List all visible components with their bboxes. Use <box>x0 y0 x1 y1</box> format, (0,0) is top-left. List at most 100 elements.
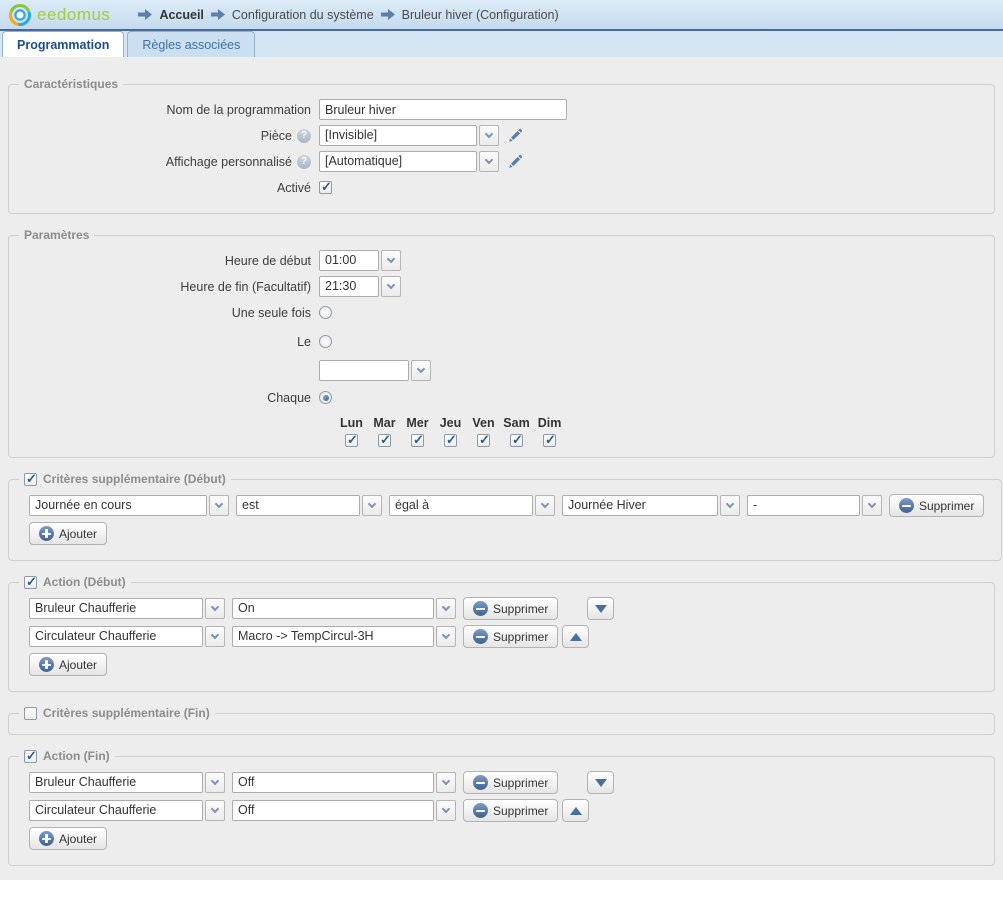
move-down-button[interactable] <box>587 597 614 620</box>
section-criteres-fin-legend: Critères supplémentaire (Fin) <box>19 706 215 720</box>
move-down-button[interactable] <box>587 771 614 794</box>
breadcrumb: Accueil Configuration du système Bruleur… <box>138 8 558 22</box>
delete-action-button[interactable]: Supprimer <box>463 625 558 648</box>
end-time-select[interactable]: 21:30 <box>319 276 401 297</box>
criteria-condition-select[interactable]: égal à <box>389 495 555 516</box>
program-name-input[interactable] <box>319 99 567 120</box>
help-icon[interactable] <box>297 129 311 143</box>
breadcrumb-item-current[interactable]: Bruleur hiver (Configuration) <box>402 8 559 22</box>
action-fin-checkbox[interactable] <box>24 750 37 763</box>
minus-circle-icon <box>899 498 914 513</box>
tab-programmation[interactable]: Programmation <box>2 31 124 57</box>
criteria-device-select[interactable]: Journée en cours <box>29 495 229 516</box>
criteria-extra-select[interactable]: - <box>747 495 882 516</box>
arrow-up-icon <box>570 633 582 641</box>
day-checkbox-mer[interactable] <box>411 434 424 447</box>
chevron-down-icon[interactable] <box>205 800 225 821</box>
minus-circle-icon <box>473 803 488 818</box>
chevron-down-icon[interactable] <box>205 598 225 619</box>
add-action-button[interactable]: Ajouter <box>29 827 107 850</box>
chevron-down-icon[interactable] <box>479 125 499 146</box>
chevron-down-icon[interactable] <box>479 151 499 172</box>
day-checkbox-lun[interactable] <box>345 434 358 447</box>
chevron-down-icon[interactable] <box>209 495 229 516</box>
section-criteres-debut-legend: Critères supplémentaire (Début) <box>19 472 231 486</box>
chevron-down-icon[interactable] <box>205 626 225 647</box>
chevron-down-icon[interactable] <box>381 250 401 271</box>
day-checkbox-jeu[interactable] <box>444 434 457 447</box>
chevron-down-icon[interactable] <box>205 772 225 793</box>
day-checkbox-ven[interactable] <box>477 434 490 447</box>
piece-select[interactable]: [Invisible] <box>319 125 499 146</box>
add-button-label: Ajouter <box>59 832 97 846</box>
day-checkbox-mar[interactable] <box>378 434 391 447</box>
eedomus-logo-icon <box>8 3 32 27</box>
action-device-select[interactable]: Circulateur Chaufferie <box>29 626 225 647</box>
delete-action-button[interactable]: Supprimer <box>463 771 558 794</box>
action-device-select[interactable]: Circulateur Chaufferie <box>29 800 225 821</box>
move-up-button[interactable] <box>562 625 589 648</box>
criteres-fin-checkbox[interactable] <box>24 707 37 720</box>
display-select-value: [Automatique] <box>319 151 477 172</box>
edit-display-button[interactable] <box>507 154 523 170</box>
chevron-down-icon[interactable] <box>862 495 882 516</box>
action-device-select[interactable]: Bruleur Chaufferie <box>29 772 225 793</box>
chevron-down-icon[interactable] <box>436 800 456 821</box>
chevron-down-icon[interactable] <box>436 598 456 619</box>
delete-button-label: Supprimer <box>493 776 548 790</box>
piece-label-wrap: Pièce <box>19 129 319 143</box>
action-value-select[interactable]: Macro -> TempCircul-3H <box>232 626 456 647</box>
le-radio[interactable] <box>319 335 332 348</box>
delete-criteria-button[interactable]: Supprimer <box>889 494 984 517</box>
day-label: Ven <box>472 416 494 430</box>
chevron-down-icon[interactable] <box>411 360 431 381</box>
criteria-value-select[interactable]: Journée Hiver <box>562 495 740 516</box>
minus-circle-icon <box>473 629 488 644</box>
day-checkbox-dim[interactable] <box>543 434 556 447</box>
chevron-down-icon[interactable] <box>436 772 456 793</box>
breadcrumb-item-configuration[interactable]: Configuration du système <box>232 8 374 22</box>
criteres-debut-checkbox[interactable] <box>24 473 37 486</box>
breadcrumb-arrow-icon <box>381 9 395 20</box>
day-column: Jeu <box>434 416 467 447</box>
chevron-down-icon[interactable] <box>535 495 555 516</box>
active-checkbox[interactable] <box>319 181 332 194</box>
breadcrumb-item-accueil[interactable]: Accueil <box>159 8 203 22</box>
action-device-select[interactable]: Bruleur Chaufferie <box>29 598 225 619</box>
section-action-fin: Action (Fin) Bruleur Chaufferie Off Supp… <box>8 749 995 866</box>
days-of-week: Lun Mar Mer Jeu Ven Sam <box>335 416 984 447</box>
add-criteria-button[interactable]: Ajouter <box>29 522 107 545</box>
section-parametres-legend: Paramètres <box>19 228 94 242</box>
date-select-value <box>319 360 409 381</box>
delete-action-button[interactable]: Supprimer <box>463 799 558 822</box>
eedomus-logo[interactable]: eedomus <box>8 3 110 27</box>
tab-regles-associees[interactable]: Règles associées <box>127 31 255 57</box>
day-label: Mer <box>406 416 428 430</box>
end-time-label: Heure de fin (Facultatif) <box>19 280 319 294</box>
help-icon[interactable] <box>297 155 311 169</box>
day-label: Sam <box>503 416 529 430</box>
move-up-button[interactable] <box>562 799 589 822</box>
every-radio[interactable] <box>319 391 332 404</box>
action-value-value: On <box>232 598 434 619</box>
chevron-down-icon[interactable] <box>436 626 456 647</box>
chevron-down-icon[interactable] <box>720 495 740 516</box>
edit-piece-button[interactable] <box>507 128 523 144</box>
action-value-select[interactable]: Off <box>232 800 456 821</box>
action-value-select[interactable]: On <box>232 598 456 619</box>
action-value-value: Macro -> TempCircul-3H <box>232 626 434 647</box>
once-radio[interactable] <box>319 306 332 319</box>
display-label-wrap: Affichage personnalisé <box>19 155 319 169</box>
chevron-down-icon[interactable] <box>362 495 382 516</box>
add-action-button[interactable]: Ajouter <box>29 653 107 676</box>
chevron-down-icon[interactable] <box>381 276 401 297</box>
action-value-select[interactable]: Off <box>232 772 456 793</box>
delete-action-button[interactable]: Supprimer <box>463 597 558 620</box>
criteria-extra-value: - <box>747 495 860 516</box>
action-debut-checkbox[interactable] <box>24 576 37 589</box>
day-checkbox-sam[interactable] <box>510 434 523 447</box>
start-time-select[interactable]: 01:00 <box>319 250 401 271</box>
date-select[interactable] <box>319 360 431 381</box>
display-select[interactable]: [Automatique] <box>319 151 499 172</box>
criteria-operator-select[interactable]: est <box>236 495 382 516</box>
